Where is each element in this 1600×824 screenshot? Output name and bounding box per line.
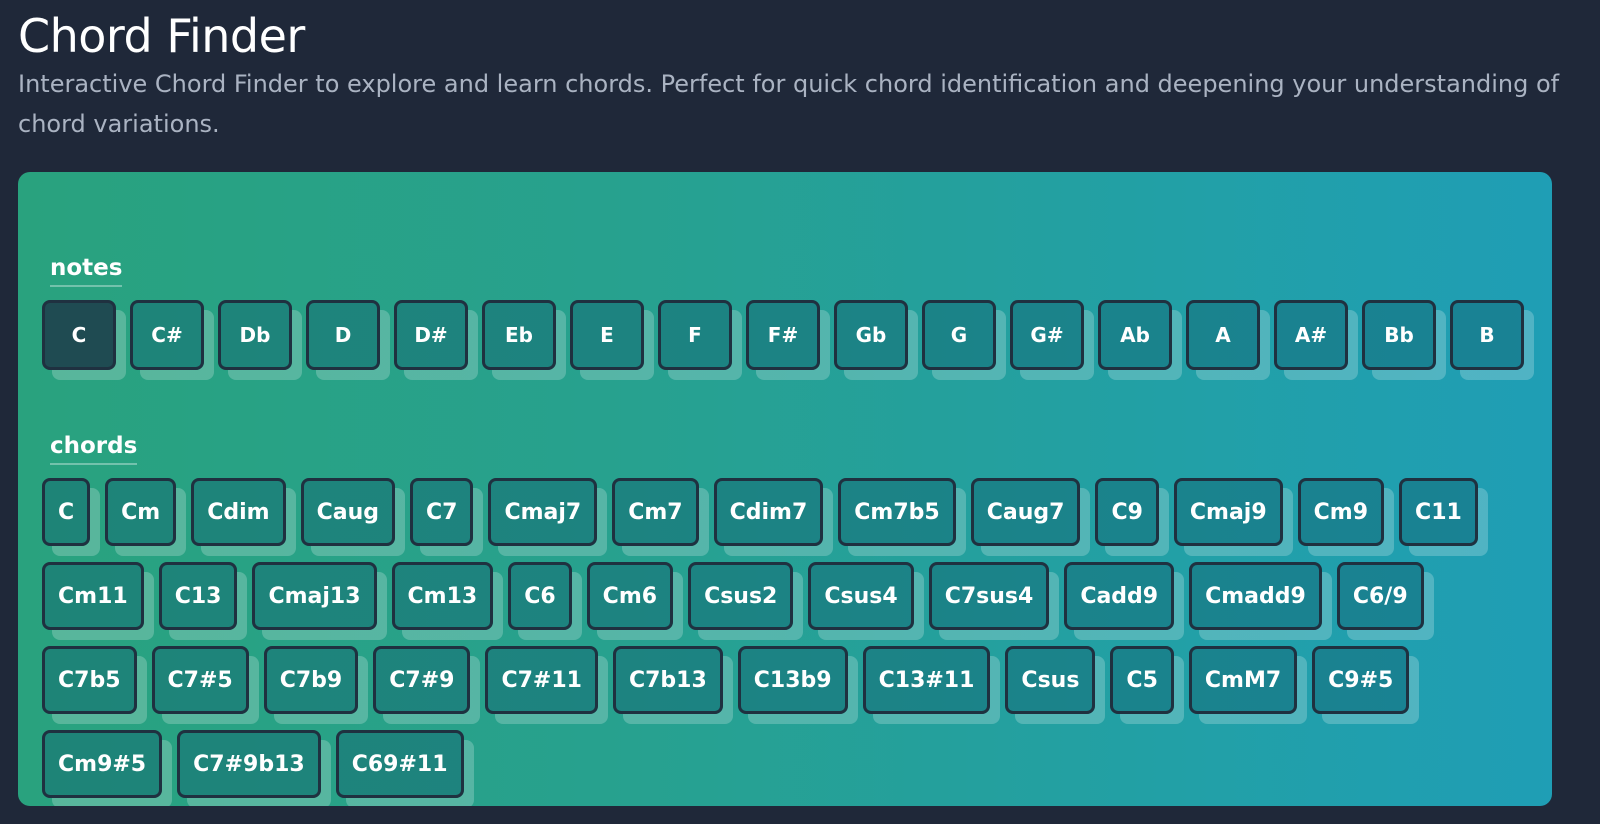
chord-button[interactable]: Cmaj9 <box>1173 478 1283 546</box>
note-button[interactable]: G <box>922 300 996 370</box>
chord-button[interactable]: C7#9 <box>373 646 471 714</box>
page-title: Chord Finder <box>18 9 305 63</box>
chord-finder-panel: notes C C# Db D D# Eb E F F# Gb G G# Ab A A# Bb B chords… <box>18 172 1552 806</box>
chord-button[interactable]: Cdim <box>191 478 286 546</box>
notes-section-label: notes <box>50 254 123 287</box>
chords-section-label: chords <box>50 432 138 465</box>
chord-button[interactable]: Csus4 <box>808 562 914 630</box>
chord-button[interactable]: C5 <box>1110 646 1174 714</box>
chord-button[interactable]: C6/9 <box>1336 562 1424 630</box>
chord-button[interactable]: Cm9 <box>1297 478 1385 546</box>
chord-button[interactable]: Cm <box>105 478 177 546</box>
chord-button[interactable]: C7b9 <box>263 646 359 714</box>
chord-button[interactable]: C7#5 <box>151 646 249 714</box>
chord-button[interactable]: C69#11 <box>335 730 464 798</box>
chord-button[interactable]: Cm7b5 <box>838 478 956 546</box>
note-button[interactable]: B <box>1450 300 1524 370</box>
note-button[interactable]: C <box>42 300 116 370</box>
chord-button[interactable]: Csus2 <box>688 562 794 630</box>
notes-row: C C# Db D D# Eb E F F# Gb G G# Ab A A# Bb B <box>42 300 1524 370</box>
page-description: Interactive Chord Finder to explore and … <box>18 70 1560 138</box>
chord-button[interactable]: Caug7 <box>970 478 1081 546</box>
chord-button[interactable]: C13b9 <box>737 646 848 714</box>
note-button[interactable]: Gb <box>834 300 908 370</box>
chord-button[interactable]: Cmaj13 <box>252 562 377 630</box>
chord-button[interactable]: C11 <box>1399 478 1478 546</box>
chord-button[interactable]: Cdim7 <box>713 478 824 546</box>
chord-button[interactable]: C <box>42 478 91 546</box>
note-button[interactable]: F# <box>746 300 820 370</box>
chord-button[interactable]: C9#5 <box>1312 646 1410 714</box>
chord-button[interactable]: C6 <box>508 562 572 630</box>
chord-button[interactable]: Cm6 <box>586 562 674 630</box>
chord-button[interactable]: Cm9#5 <box>42 730 163 798</box>
chord-button[interactable]: C7b5 <box>42 646 137 714</box>
note-button[interactable]: C# <box>130 300 204 370</box>
chord-button[interactable]: C7#11 <box>485 646 598 714</box>
note-button[interactable]: G# <box>1010 300 1084 370</box>
chord-button[interactable]: Csus <box>1005 646 1096 714</box>
chord-button[interactable]: Cadd9 <box>1064 562 1175 630</box>
chord-button[interactable]: C7#9b13 <box>177 730 321 798</box>
note-button[interactable]: D# <box>394 300 468 370</box>
note-button[interactable]: F <box>658 300 732 370</box>
note-button[interactable]: Ab <box>1098 300 1172 370</box>
chord-button[interactable]: C13#11 <box>862 646 991 714</box>
chord-button[interactable]: Caug <box>300 478 395 546</box>
chord-button[interactable]: C13 <box>158 562 238 630</box>
note-button[interactable]: Bb <box>1362 300 1436 370</box>
chord-button[interactable]: Cm11 <box>42 562 144 630</box>
chords-row: C Cm Cdim Caug C7 Cmaj7 Cm7 Cdim7 Cm7b5 Caug7 C9 Cm… <box>42 478 1532 798</box>
chord-button[interactable]: Cmaj7 <box>488 478 598 546</box>
note-button[interactable]: E <box>570 300 644 370</box>
chord-button[interactable]: C7 <box>410 478 474 546</box>
chord-button[interactable]: C7sus4 <box>928 562 1050 630</box>
chord-button[interactable]: CmM7 <box>1188 646 1298 714</box>
note-button[interactable]: D <box>306 300 380 370</box>
chord-button[interactable]: Cm13 <box>391 562 494 630</box>
note-button[interactable]: A# <box>1274 300 1348 370</box>
chord-button[interactable]: C7b13 <box>612 646 723 714</box>
chord-button[interactable]: Cm7 <box>612 478 699 546</box>
chord-button[interactable]: Cmadd9 <box>1189 562 1322 630</box>
note-button[interactable]: Eb <box>482 300 556 370</box>
chord-button[interactable]: C9 <box>1095 478 1159 546</box>
note-button[interactable]: Db <box>218 300 292 370</box>
note-button[interactable]: A <box>1186 300 1260 370</box>
